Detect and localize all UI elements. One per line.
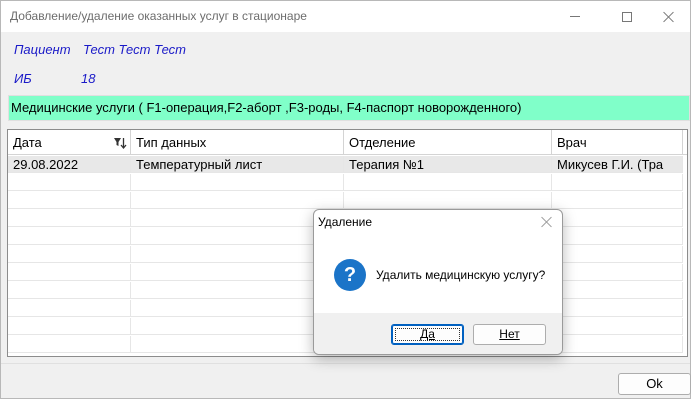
close-button[interactable] [646,1,691,32]
window-title: Добавление/удаление оказанных услуг в ст… [10,9,307,23]
sort-filter-icon[interactable] [113,136,127,150]
cell-date: 29.08.2022 [8,156,131,173]
services-hint-bar: Медицинские услуги ( F1-операция,F2-абор… [8,95,690,121]
dialog-close-icon[interactable] [540,216,552,228]
maximize-icon [622,11,632,22]
close-icon [663,11,675,23]
patient-name: Тест Тест Тест [83,42,186,57]
yes-button[interactable]: Да [391,324,464,345]
empty-row [8,174,683,191]
ib-value: 18 [81,71,96,86]
patient-label: Пациент [14,42,71,57]
title-bar: Добавление/удаление оказанных услуг в ст… [1,1,690,32]
dialog-button-bar: Да Нет [314,313,562,354]
empty-row [8,192,683,209]
dialog-title: Удаление [318,215,373,229]
column-header-doctor[interactable]: Врач [552,130,683,155]
delete-confirm-dialog: Удаление ? Удалить медицинскую услугу? Д… [313,209,563,355]
column-header-department[interactable]: Отделение [344,130,552,155]
ok-button[interactable]: Ok [618,373,691,395]
grid-header: Дата Тип данных Отделение Врач [8,130,687,155]
question-icon: ? [334,259,366,291]
no-button[interactable]: Нет [473,324,546,345]
column-header-date[interactable]: Дата [8,130,131,155]
no-button-label: Нет [499,327,520,341]
minimize-button[interactable] [552,1,598,32]
ib-label: ИБ [14,71,32,86]
maximize-button[interactable] [604,1,650,32]
dialog-message: Удалить медицинскую услугу? [376,268,546,282]
yes-button-label: Да [420,327,435,341]
minimize-icon [570,16,580,17]
cell-doctor: Микусев Г.И. (Тра [552,156,683,173]
column-header-type[interactable]: Тип данных [131,130,344,155]
column-header-label: Дата [13,135,42,150]
cell-type: Температурный лист [131,156,344,173]
footer-divider [1,363,690,364]
table-row[interactable]: 29.08.2022 Температурный лист Терапия №1… [8,156,683,173]
cell-department: Терапия №1 [344,156,552,173]
